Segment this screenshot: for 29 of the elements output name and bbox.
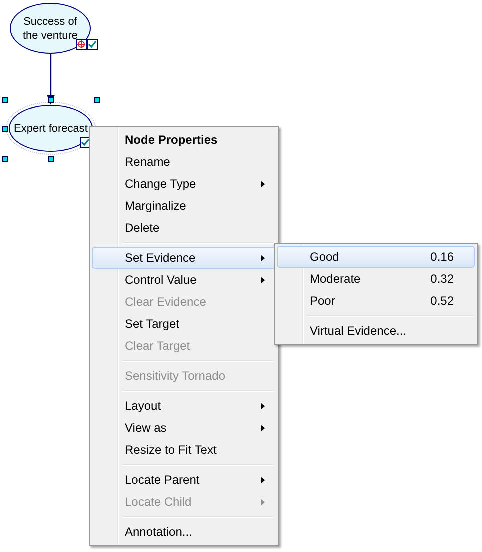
menu-item[interactable]: Locate Parent	[92, 469, 276, 491]
menu-item[interactable]: Change Type	[92, 173, 276, 195]
menu-item[interactable]: Moderate 0.32	[277, 268, 475, 290]
menu-item[interactable]: Poor 0.52	[277, 290, 475, 312]
selection-handle[interactable]	[48, 97, 54, 103]
check-icon	[87, 39, 98, 50]
menu-item[interactable]: Good 0.16	[277, 246, 475, 268]
node-label: Expert forecast	[14, 122, 88, 136]
node-label: Success of the venture	[22, 14, 80, 42]
selection-handle[interactable]	[2, 126, 8, 132]
menu-item[interactable]: Rename	[92, 151, 276, 173]
menu-item[interactable]: Layout	[92, 395, 276, 417]
menu-item[interactable]: Annotation...	[92, 521, 276, 543]
menu-item[interactable]: Set Target	[92, 313, 276, 335]
menu-item[interactable]: Resize to Fit Text	[92, 439, 276, 461]
menu-item[interactable]: Control Value	[92, 269, 276, 291]
menu-item[interactable]: Delete	[92, 217, 276, 239]
menu-item[interactable]: Set Evidence	[92, 247, 276, 269]
selection-handle[interactable]	[94, 97, 100, 103]
menu-item[interactable]: Marginalize	[92, 195, 276, 217]
selection-handle[interactable]	[48, 156, 54, 162]
menu-item[interactable]: Node Properties	[92, 129, 276, 151]
node-ellipse[interactable]: Expert forecast	[9, 105, 93, 152]
menu-item[interactable]: View as	[92, 417, 276, 439]
selection-handle[interactable]	[2, 156, 8, 162]
check-icon	[80, 137, 91, 148]
selection-handle[interactable]	[2, 97, 8, 103]
node-ellipse[interactable]: Success of the venture	[10, 3, 91, 54]
menu-item[interactable]: Virtual Evidence...	[277, 320, 475, 342]
